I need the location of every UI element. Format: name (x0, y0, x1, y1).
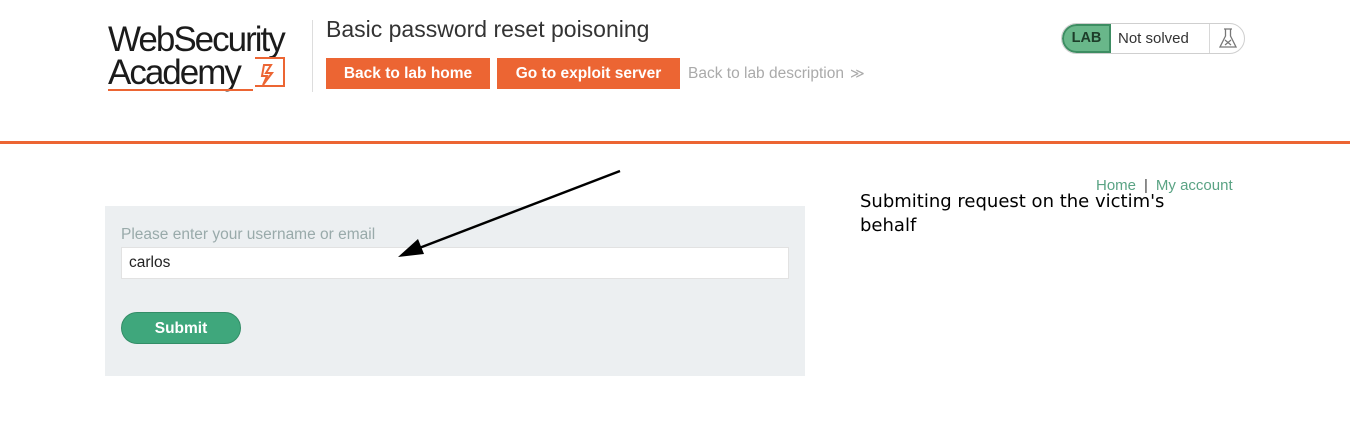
logo-line-2: Academy (108, 53, 242, 92)
logo-bolt-icon (255, 57, 285, 87)
logo-underline (108, 89, 253, 91)
header: WebSecurity Academy Basic password reset… (0, 0, 1366, 140)
submit-button[interactable]: Submit (121, 312, 241, 344)
double-chevron-icon: ≫ (849, 65, 865, 81)
username-field-label: Please enter your username or email (121, 226, 376, 243)
description-link-label: Back to lab description (688, 65, 844, 82)
lab-title: Basic password reset poisoning (326, 16, 650, 42)
logo-line-1: WebSecurity (108, 20, 286, 59)
flask-icon (1209, 24, 1244, 53)
lab-status-widget: LAB Not solved (1061, 23, 1245, 54)
back-to-lab-description-link[interactable]: Back to lab description ≫ (688, 65, 865, 83)
annotation-text: Submiting request on the victim's behalf (860, 191, 1165, 236)
page-scrollbar[interactable] (1352, 0, 1366, 426)
lab-status-text: Not solved (1118, 30, 1189, 47)
header-orange-rule (0, 141, 1350, 144)
lab-badge: LAB (1062, 24, 1111, 53)
username-input[interactable]: carlos (121, 247, 789, 279)
go-to-exploit-server-button[interactable]: Go to exploit server (497, 58, 680, 89)
academy-logo[interactable]: WebSecurity Academy (108, 22, 313, 94)
forgot-password-form: Please enter your username or email carl… (105, 206, 805, 376)
back-to-lab-home-button[interactable]: Back to lab home (326, 58, 490, 89)
header-divider (312, 20, 313, 92)
